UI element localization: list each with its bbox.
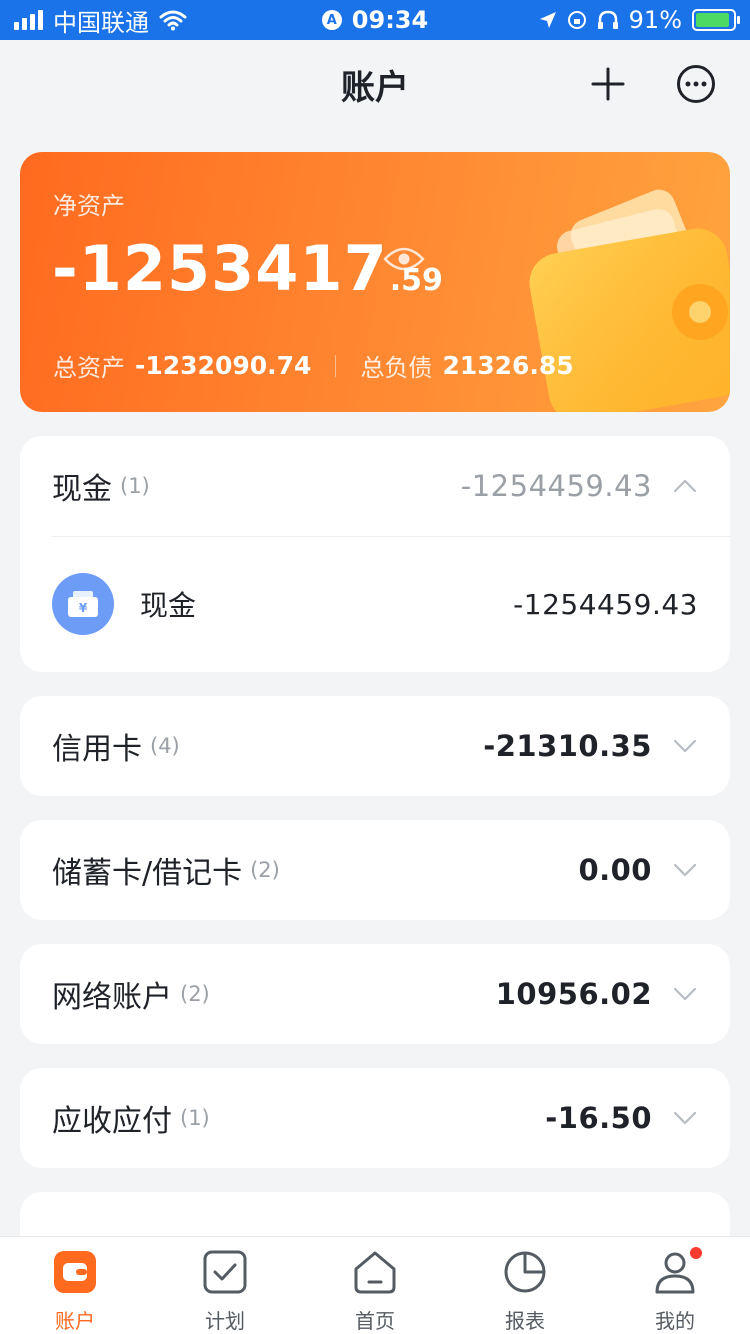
user-icon bbox=[652, 1245, 704, 1295]
group-count: (1) bbox=[180, 1106, 210, 1130]
status-bar: 中国联通 A 09:34 91% bbox=[0, 0, 750, 40]
notification-badge bbox=[688, 1245, 704, 1261]
account-group-cash: 现金 (1) -1254459.43 ¥ 现金 -1254459.43 bbox=[20, 436, 730, 672]
tab-label: 账户 bbox=[55, 1309, 95, 1333]
group-title: 网络账户 bbox=[52, 980, 172, 1015]
clock: 09:34 bbox=[351, 6, 429, 34]
more-icon bbox=[677, 65, 715, 103]
toggle-visibility-button[interactable] bbox=[382, 244, 426, 278]
group-amount: 10956.02 bbox=[495, 977, 652, 1011]
group-count: (2) bbox=[250, 858, 280, 882]
assets-liabilities-row: 总资产 -1232090.74 总负债 21326.85 bbox=[53, 348, 574, 383]
nav-header: 账户 bbox=[0, 40, 750, 128]
account-group-online[interactable]: 网络账户 (2) 10956.02 bbox=[20, 944, 730, 1044]
total-liabilities-value: 21326.85 bbox=[442, 351, 574, 380]
location-arrow-icon bbox=[539, 12, 556, 28]
chevron-down-icon bbox=[672, 1105, 698, 1131]
group-header-cash[interactable]: 现金 (1) -1254459.43 bbox=[20, 436, 730, 536]
wifi-icon bbox=[159, 10, 187, 31]
total-assets-label: 总资产 bbox=[53, 354, 125, 382]
page-title: 账户 bbox=[341, 67, 409, 108]
tab-label: 首页 bbox=[355, 1309, 395, 1333]
headphones-icon bbox=[597, 10, 618, 29]
cash-icon: ¥ bbox=[52, 573, 114, 635]
more-button[interactable] bbox=[674, 62, 718, 106]
account-group-debit-card[interactable]: 储蓄卡/借记卡 (2) 0.00 bbox=[20, 820, 730, 920]
pie-chart-icon bbox=[502, 1249, 548, 1295]
navigation-icon: A bbox=[321, 10, 342, 30]
battery-icon bbox=[692, 9, 740, 31]
chevron-down-icon bbox=[672, 981, 698, 1007]
chevron-down-icon bbox=[672, 857, 698, 883]
account-group-receivable-payable[interactable]: 应收应付 (1) -16.50 bbox=[20, 1068, 730, 1168]
chevron-up-icon bbox=[672, 473, 698, 499]
eye-icon bbox=[383, 247, 425, 271]
account-balance: -1254459.43 bbox=[513, 587, 698, 621]
total-assets-value: -1232090.74 bbox=[135, 351, 312, 380]
divider bbox=[335, 354, 337, 377]
tab-me[interactable]: 我的 bbox=[600, 1237, 750, 1334]
group-title: 应收应付 bbox=[52, 1104, 172, 1139]
total-liabilities-label: 总负债 bbox=[360, 354, 433, 382]
tab-label: 报表 bbox=[505, 1309, 545, 1333]
group-amount: -1254459.43 bbox=[460, 469, 652, 503]
group-amount: 0.00 bbox=[578, 853, 652, 887]
group-count: (4) bbox=[150, 734, 180, 758]
tab-label: 计划 bbox=[205, 1309, 245, 1333]
tab-reports[interactable]: 报表 bbox=[450, 1237, 600, 1334]
group-amount: -21310.35 bbox=[483, 729, 652, 763]
wallet-icon bbox=[52, 1249, 98, 1295]
account-group-credit-card[interactable]: 信用卡 (4) -21310.35 bbox=[20, 696, 730, 796]
account-name: 现金 bbox=[140, 589, 197, 622]
group-title: 信用卡 bbox=[52, 732, 142, 767]
rotation-lock-icon bbox=[567, 11, 586, 29]
group-count: (2) bbox=[180, 982, 210, 1006]
account-row-cash[interactable]: ¥ 现金 -1254459.43 bbox=[20, 537, 730, 671]
battery-percent: 91% bbox=[628, 6, 682, 34]
group-amount: -16.50 bbox=[545, 1101, 652, 1135]
checkbox-icon bbox=[202, 1249, 248, 1295]
net-assets-integer: -1253417 bbox=[52, 232, 388, 305]
group-count: (1) bbox=[120, 474, 150, 498]
svg-text:¥: ¥ bbox=[79, 601, 88, 615]
carrier-label: 中国联通 bbox=[53, 8, 149, 37]
net-assets-card[interactable]: 净资产 -1253417 .59 总资产 -1232090.74 总负债 213… bbox=[20, 152, 730, 412]
plus-icon bbox=[591, 67, 625, 101]
signal-icon bbox=[14, 10, 43, 30]
home-icon bbox=[352, 1249, 398, 1295]
tab-label: 我的 bbox=[655, 1309, 695, 1333]
group-title: 储蓄卡/借记卡 bbox=[52, 856, 243, 891]
net-assets-label: 净资产 bbox=[53, 192, 125, 220]
add-account-button[interactable] bbox=[586, 62, 630, 106]
group-title: 现金 bbox=[52, 472, 112, 507]
chevron-down-icon bbox=[672, 733, 698, 759]
tab-accounts[interactable]: 账户 bbox=[0, 1237, 150, 1334]
bottom-tab-bar: 账户 计划 首页 报表 我的 bbox=[0, 1236, 750, 1334]
tab-plan[interactable]: 计划 bbox=[150, 1237, 300, 1334]
tab-home[interactable]: 首页 bbox=[300, 1237, 450, 1334]
